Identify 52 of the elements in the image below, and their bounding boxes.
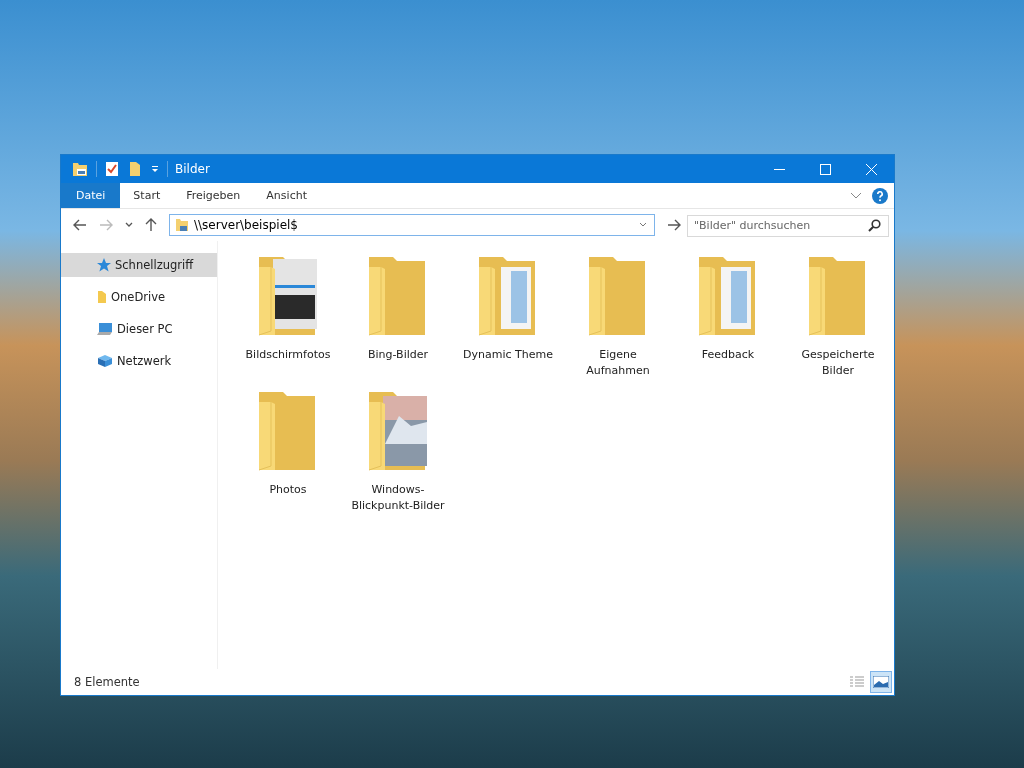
ribbon-tab[interactable]: Freigeben [173, 183, 254, 208]
folder-preview-icon [257, 255, 319, 337]
folder-name: Gespeicherte Bilder [800, 347, 876, 379]
folder-icon [72, 161, 88, 177]
ribbon-tab[interactable]: Datei [61, 183, 121, 208]
up-icon[interactable] [145, 218, 157, 232]
folder-name: Dynamic Theme [462, 347, 554, 363]
star-icon [97, 258, 111, 272]
go-arrow-icon[interactable] [667, 219, 681, 231]
folder-icon [175, 218, 189, 232]
folder-name: Windows-Blickpunkt-Bilder [350, 482, 446, 514]
folder-item[interactable]: Bing-Bilder [344, 255, 452, 390]
close-icon [865, 163, 877, 175]
dropdown-icon[interactable] [151, 165, 159, 173]
folder-icon [97, 290, 107, 304]
expand-ribbon-icon[interactable] [850, 191, 862, 200]
folder-item[interactable]: Bildschirmfotos [234, 255, 342, 390]
search-icon[interactable] [868, 219, 881, 232]
folder-item[interactable]: Windows-Blickpunkt-Bilder [344, 390, 452, 525]
computer-icon [97, 322, 113, 336]
folder-name: Photos [268, 482, 308, 498]
folder-name: Eigene Aufnahmen [585, 347, 651, 379]
maximize-icon [819, 163, 831, 175]
sidebar-item[interactable]: Schnellzugriff [61, 253, 217, 277]
sidebar-item[interactable]: Dieser PC [61, 317, 217, 341]
folder-name: Feedback [700, 347, 756, 363]
folder-preview-icon [367, 390, 429, 472]
sidebar-item[interactable]: OneDrive [61, 285, 217, 309]
folder-item[interactable]: Feedback [674, 255, 782, 390]
folder-item[interactable]: Dynamic Theme [454, 255, 562, 390]
large-icons-view-button[interactable] [870, 671, 892, 693]
large-icons-view-icon [873, 676, 889, 688]
folder-item[interactable]: Eigene Aufnahmen [564, 255, 672, 390]
properties-icon[interactable] [105, 161, 119, 177]
new-folder-icon[interactable] [129, 161, 141, 177]
item-count: 8 Elemente [74, 675, 140, 689]
sidebar-item[interactable]: Netzwerk [61, 349, 217, 373]
caret-icon[interactable] [639, 222, 647, 228]
recent-dropdown-icon[interactable] [125, 222, 133, 228]
back-icon[interactable] [73, 219, 87, 231]
network-icon [97, 354, 113, 368]
details-view-icon [850, 676, 864, 688]
ribbon-tab[interactable]: Ansicht [253, 183, 320, 208]
folder-item[interactable]: Gespeicherte Bilder [784, 255, 892, 390]
address-field[interactable]: \\server\beispiel$ [169, 214, 655, 236]
window-title: Bilder [175, 162, 210, 176]
ribbon-tab[interactable]: Start [120, 183, 174, 208]
folder-name: Bildschirmfotos [244, 347, 332, 363]
help-icon[interactable] [872, 187, 888, 204]
folder-name: Bing-Bilder [366, 347, 430, 363]
folder-item[interactable]: Photos [234, 390, 342, 525]
search-field[interactable]: "Bilder" durchsuchen [687, 214, 889, 237]
